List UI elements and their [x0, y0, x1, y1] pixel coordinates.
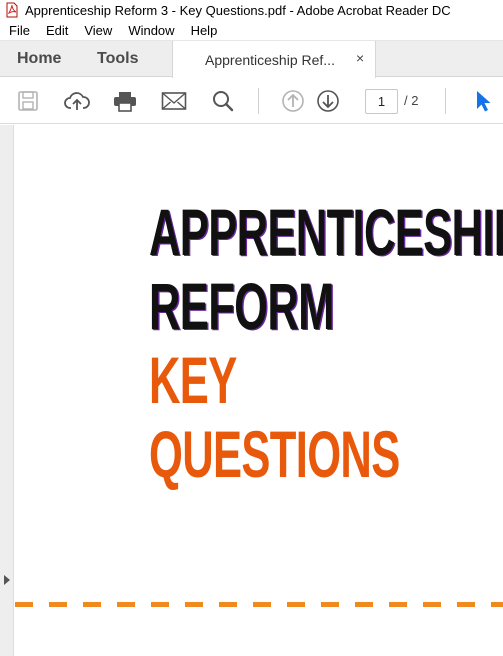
toolbar-divider	[445, 88, 446, 114]
document-headline: APPRENTICESHIP REFORM KEY QUESTIONS	[149, 195, 503, 491]
toolbar-divider	[258, 88, 259, 114]
tab-tools[interactable]: Tools	[97, 41, 138, 77]
tab-bar: Home Tools Apprenticeship Ref... ×	[0, 41, 503, 78]
navigation-pane-strip	[0, 125, 14, 656]
menu-bar: File Edit View Window Help	[0, 20, 503, 41]
menu-help[interactable]: Help	[183, 23, 226, 38]
tab-document-label: Apprenticeship Ref...	[205, 51, 335, 68]
window-titlebar: Apprenticeship Reform 3 - Key Questions.…	[0, 0, 503, 20]
tab-document[interactable]: Apprenticeship Ref... ×	[172, 41, 376, 78]
page-total-label: / 2	[404, 93, 419, 108]
highlight-line-2: QUESTIONS	[149, 417, 400, 491]
search-icon[interactable]	[210, 88, 236, 114]
print-icon[interactable]	[112, 88, 138, 114]
page-up-icon[interactable]	[280, 88, 306, 114]
highlight-line-1: KEY	[149, 343, 237, 417]
headline-line-2: REFORM	[149, 269, 334, 343]
page-down-icon[interactable]	[315, 88, 341, 114]
menu-edit[interactable]: Edit	[38, 23, 76, 38]
expand-pane-icon[interactable]	[4, 575, 10, 585]
acrobat-pdf-icon	[4, 2, 20, 18]
headline-line-1: APPRENTICESHIP	[149, 195, 503, 269]
cloud-upload-icon[interactable]	[64, 88, 90, 114]
save-icon[interactable]	[15, 88, 41, 114]
tab-home[interactable]: Home	[17, 41, 61, 77]
menu-file[interactable]: File	[0, 23, 38, 38]
menu-window[interactable]: Window	[120, 23, 182, 38]
toolbar: 1 / 2	[0, 78, 503, 124]
window-title: Apprenticeship Reform 3 - Key Questions.…	[25, 2, 451, 18]
document-page: APPRENTICESHIP REFORM KEY QUESTIONS	[15, 125, 503, 656]
email-icon[interactable]	[161, 88, 187, 114]
select-pointer-icon[interactable]	[470, 88, 496, 114]
page-number-input[interactable]: 1	[365, 89, 398, 114]
dashed-divider	[15, 602, 503, 607]
menu-view[interactable]: View	[76, 23, 120, 38]
close-tab-icon[interactable]: ×	[356, 51, 368, 65]
